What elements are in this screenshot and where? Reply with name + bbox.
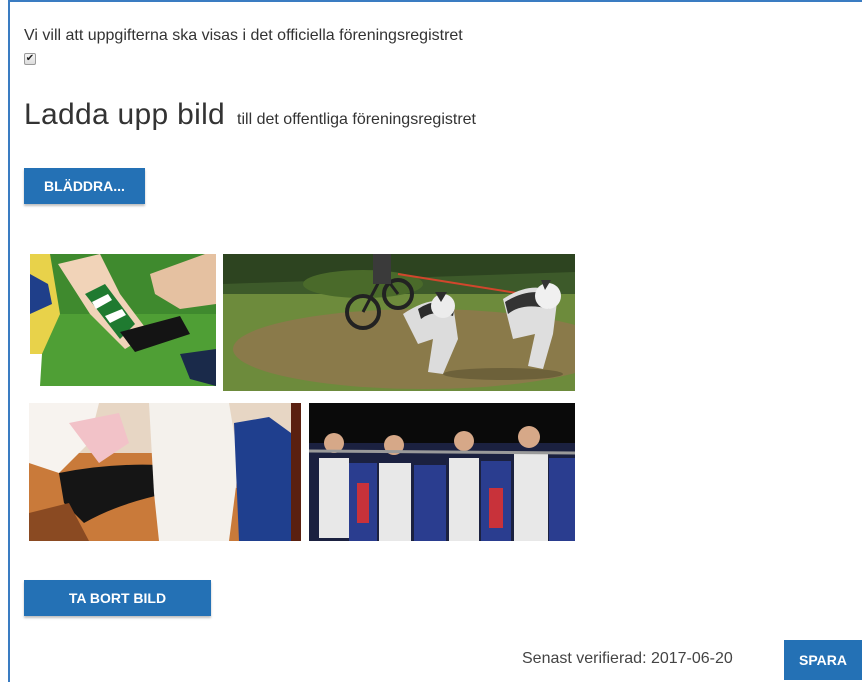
upload-heading: Ladda upp bild till det offentliga föreni… bbox=[24, 98, 476, 132]
collage-photo-shooting bbox=[309, 403, 575, 541]
collage-photo-sled-dogs bbox=[223, 254, 575, 391]
remove-image-button[interactable]: TA BORT BILD bbox=[24, 580, 211, 616]
checkmark-icon: ✔ bbox=[25, 53, 35, 64]
browse-button[interactable]: BLÄDDRA... bbox=[24, 168, 145, 204]
consent-label: Vi vill att uppgifterna ska visas i det … bbox=[24, 27, 463, 44]
upload-title: Ladda upp bild bbox=[24, 98, 226, 131]
upload-subtitle: till det offentliga föreningsregistret bbox=[237, 111, 476, 128]
collage-photo-karate bbox=[29, 403, 301, 541]
consent-checkbox[interactable]: ✔ bbox=[24, 53, 36, 65]
last-verified-text: Senast verifierad: 2017-06-20 bbox=[522, 650, 733, 667]
save-button[interactable]: SPARA bbox=[784, 640, 862, 680]
collage-photo-football bbox=[30, 254, 216, 386]
